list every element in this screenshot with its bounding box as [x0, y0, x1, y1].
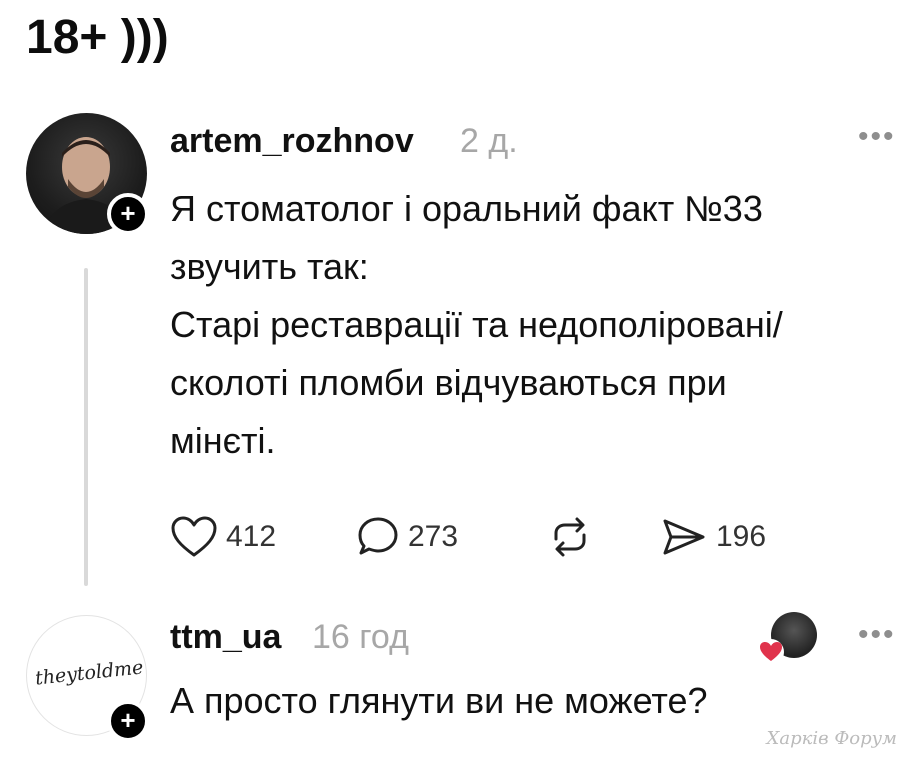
page-title: 18+ ))) [26, 11, 169, 64]
avatar-signature: theytoldme [34, 656, 145, 690]
post-username[interactable]: artem_rozhnov [170, 122, 414, 161]
reply-timestamp: 16 год [312, 618, 409, 656]
follow-button[interactable]: + [107, 700, 149, 742]
send-icon [663, 519, 705, 555]
post-line: Старі реставрації та недополіровані/ [170, 304, 783, 345]
repost-icon [554, 517, 586, 557]
repost-button[interactable] [546, 510, 594, 564]
comment-icon [358, 517, 398, 555]
post-line: звучить так: [170, 246, 369, 287]
heart-icon [171, 516, 217, 557]
like-count: 412 [226, 520, 277, 553]
thread-line [84, 268, 88, 586]
reply-body: А просто глянути ви не можете? [170, 680, 708, 721]
share-count: 196 [716, 520, 767, 553]
heart-icon [758, 639, 784, 665]
post-body: Я стоматолог і оральний факт №33 звучить… [170, 180, 890, 470]
comment-button[interactable]: 273 [356, 510, 458, 564]
like-button[interactable]: 412 [170, 510, 276, 564]
post-timestamp: 2 д. [460, 122, 518, 160]
reply-username[interactable]: ttm_ua [170, 618, 281, 657]
post-line: сколоті пломби відчуваються при [170, 362, 727, 403]
share-button[interactable]: 196 [660, 510, 766, 564]
post-line: мінєті. [170, 420, 276, 461]
more-horizontal-icon[interactable]: ••• [858, 618, 896, 652]
post-line: Я стоматолог і оральний факт №33 [170, 188, 763, 229]
watermark: Харків Форум [766, 728, 897, 749]
follow-button[interactable]: + [107, 193, 149, 235]
comment-count: 273 [408, 520, 459, 553]
more-horizontal-icon[interactable]: ••• [858, 120, 896, 154]
